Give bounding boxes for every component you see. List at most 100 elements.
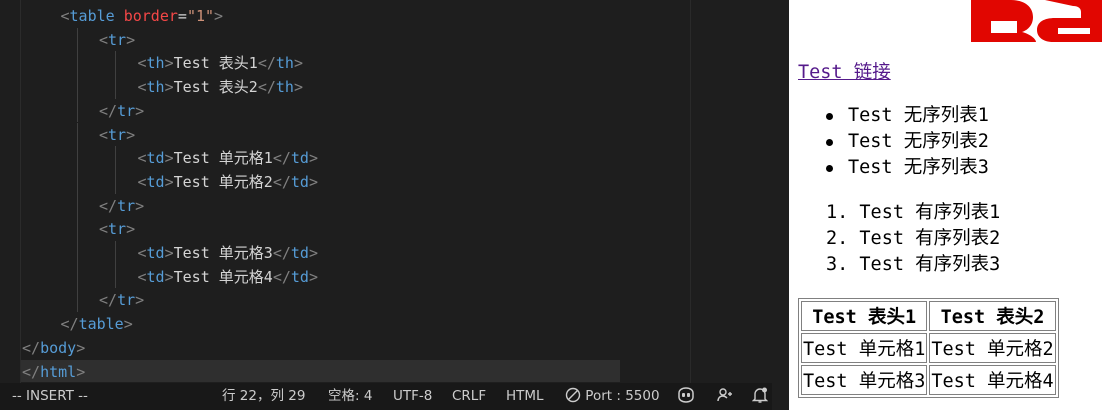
code-token: > — [293, 78, 303, 97]
vertical-scrollbar[interactable] — [758, 0, 772, 383]
code-token: < — [99, 125, 109, 144]
indent-guide — [76, 264, 78, 289]
code-token: Test 表头2 — [173, 78, 258, 97]
eol-setting[interactable]: CRLF — [452, 383, 486, 410]
encoding-setting[interactable]: UTF-8 — [393, 383, 432, 410]
code-token: th — [146, 78, 165, 97]
code-token: < — [137, 149, 147, 168]
table-cell: Test 单元格4 — [929, 365, 1056, 395]
table-row: Test 表头1 Test 表头2 — [801, 301, 1056, 331]
cursor-position[interactable]: 行 22，列 29 — [222, 383, 305, 410]
table-cell: Test 单元格1 — [801, 333, 928, 363]
bell-icon[interactable] — [751, 383, 769, 410]
code-token: > — [164, 149, 174, 168]
table-row: Test 单元格1 Test 单元格2 — [801, 333, 1056, 363]
code-line[interactable]: </tr> — [99, 99, 144, 123]
table-cell: Test 单元格3 — [801, 365, 928, 395]
indentation-setting[interactable]: 空格: 4 — [328, 383, 372, 410]
code-line[interactable]: <td>Test 单元格1</td> — [138, 146, 318, 170]
indent-guide — [115, 75, 116, 99]
indent-guide — [76, 241, 78, 265]
code-token: < — [99, 30, 109, 49]
code-line[interactable]: <table border="1"> — [61, 4, 224, 28]
list-item: Test 无序列表1 — [826, 103, 989, 129]
code-token: th — [275, 78, 294, 97]
code-area[interactable]: <table border="1"> <tr> <th>Test 表头1</th> <… — [0, 0, 690, 383]
code-token: </ — [257, 78, 276, 97]
code-token: > — [214, 7, 224, 25]
code-token: th — [275, 54, 294, 73]
code-token: Test 表头1 — [173, 54, 258, 73]
code-line[interactable]: <tr> — [99, 217, 135, 241]
table-cell: Test 单元格2 — [929, 333, 1056, 363]
code-token: </ — [99, 101, 118, 120]
code-token: > — [126, 125, 136, 144]
language-mode[interactable]: HTML — [506, 383, 544, 410]
code-token: > — [164, 267, 174, 286]
code-line[interactable]: <tr> — [99, 28, 135, 52]
code-token: Test 单元格4 — [173, 267, 273, 286]
port-label: Port : 5500 — [585, 388, 660, 404]
code-token: border — [123, 7, 178, 25]
list-item: 1. Test 有序列表1 — [826, 202, 1001, 223]
code-token: td — [290, 172, 309, 191]
indent-guide — [115, 51, 116, 76]
code-line[interactable]: <td>Test 单元格2</td> — [138, 170, 318, 194]
code-token: > — [164, 244, 174, 262]
code-token: tr — [108, 125, 127, 144]
indent-guide — [76, 146, 78, 170]
code-token: > — [164, 172, 174, 191]
live-server-port[interactable]: Port : 5500 — [565, 383, 660, 410]
pane-divider[interactable] — [772, 0, 789, 410]
code-token: td — [290, 267, 309, 286]
code-token: > — [308, 172, 318, 191]
code-line[interactable]: </tr> — [99, 194, 144, 218]
code-token: </ — [22, 362, 41, 381]
code-token: tr — [117, 196, 136, 215]
no-entry-icon — [565, 387, 581, 403]
preview-link[interactable]: Test 链接 — [798, 58, 891, 84]
code-token: < — [99, 220, 109, 239]
code-token: table — [78, 315, 124, 334]
preview-table: Test 表头1 Test 表头2 Test 单元格1 Test 单元格2 Te… — [798, 298, 1059, 398]
indent-guide — [76, 169, 78, 194]
code-line[interactable]: </table> — [61, 312, 133, 336]
code-token: td — [290, 244, 309, 262]
code-line[interactable]: </html> — [22, 360, 85, 384]
code-token: td — [146, 244, 165, 262]
list-item: 3. Test 有序列表3 — [826, 254, 1001, 275]
code-line[interactable]: <td>Test 单元格3</td> — [138, 241, 318, 265]
code-line[interactable]: <tr> — [99, 123, 135, 147]
code-token: </ — [60, 315, 79, 334]
code-token: > — [76, 338, 86, 357]
code-line[interactable]: <th>Test 表头1</th> — [138, 51, 303, 75]
list-item: Test 无序列表3 — [826, 155, 989, 181]
code-token: html — [40, 362, 77, 381]
code-line[interactable]: </tr> — [99, 288, 144, 312]
code-token: td — [146, 149, 165, 168]
code-editor[interactable]: <table border="1"> <tr> <th>Test 表头1</th> <… — [0, 0, 772, 383]
code-token: table — [69, 7, 115, 25]
vim-mode-indicator: -- INSERT -- — [12, 388, 88, 404]
baidu-logo — [963, 0, 1102, 42]
table-header-cell: Test 表头1 — [801, 301, 928, 331]
code-line[interactable]: <td>Test 单元格4</td> — [138, 265, 318, 289]
code-token: </ — [272, 149, 291, 168]
copilot-icon[interactable] — [676, 383, 696, 410]
feedback-icon[interactable] — [716, 383, 734, 410]
indent-guide — [76, 27, 78, 52]
code-token: > — [308, 267, 318, 286]
code-token: > — [126, 30, 136, 49]
indent-guide — [76, 122, 78, 147]
code-token: td — [290, 149, 309, 168]
code-token: > — [76, 362, 86, 381]
code-token: Test 单元格2 — [173, 172, 273, 191]
code-line[interactable]: <th>Test 表头2</th> — [138, 75, 303, 99]
code-token: </ — [272, 244, 291, 262]
code-line[interactable]: </body> — [22, 336, 85, 360]
code-token: td — [146, 172, 165, 191]
code-token: < — [137, 78, 147, 97]
code-token: tr — [117, 291, 136, 310]
indent-guide — [115, 169, 116, 194]
